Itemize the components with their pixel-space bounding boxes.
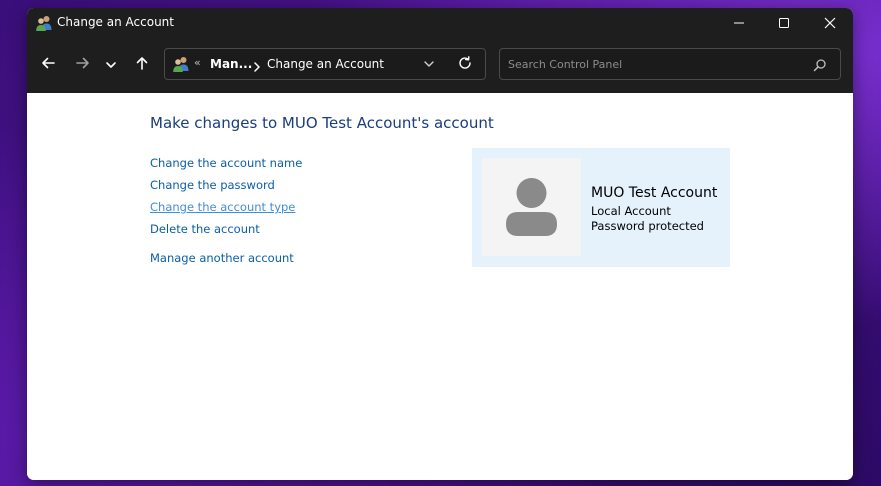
search-input[interactable] [508, 56, 798, 72]
minimize-button[interactable] [716, 8, 762, 38]
back-button[interactable] [34, 52, 62, 78]
chevron-down-icon [105, 56, 117, 75]
change-password-link[interactable]: Change the password [150, 178, 275, 192]
avatar [482, 158, 581, 256]
close-button[interactable] [807, 8, 853, 38]
maximize-icon [778, 14, 790, 33]
chevron-down-icon [423, 55, 435, 74]
main-content: Make changes to MUO Test Account's accou… [27, 93, 853, 480]
user-accounts-icon [35, 14, 53, 32]
search-icon[interactable] [813, 57, 827, 72]
arrow-right-icon [75, 55, 91, 75]
arrow-up-icon [134, 55, 150, 75]
maximize-button[interactable] [761, 8, 807, 38]
window-title: Change an Account [57, 15, 174, 29]
user-avatar-icon [482, 178, 581, 260]
chevron-right-icon[interactable] [252, 58, 262, 72]
up-button[interactable] [128, 52, 156, 78]
change-account-type-link[interactable]: Change the account type [150, 200, 295, 214]
arrow-left-icon [40, 55, 56, 75]
title-bar[interactable]: Change an Account [27, 8, 853, 38]
account-type: Local Account [591, 204, 671, 218]
address-history-button[interactable] [421, 57, 437, 71]
minimize-icon [733, 14, 745, 33]
close-icon [824, 14, 836, 33]
page-title: Make changes to MUO Test Account's accou… [150, 114, 494, 132]
manage-another-account-link[interactable]: Manage another account [150, 251, 294, 265]
breadcrumb-manage-accounts[interactable]: Man... [210, 57, 252, 71]
account-name: MUO Test Account [591, 185, 718, 201]
account-info-panel: MUO Test Account Local Account Password … [472, 148, 730, 267]
user-accounts-icon [172, 55, 190, 73]
change-account-window: Change an Account « Man... Change an Acc… [27, 8, 853, 480]
recent-locations-button[interactable] [100, 52, 122, 78]
refresh-icon [457, 55, 473, 75]
search-box[interactable] [499, 48, 841, 80]
delete-account-link[interactable]: Delete the account [150, 222, 260, 236]
breadcrumb-overflow[interactable]: « [194, 56, 201, 69]
forward-button[interactable] [69, 52, 97, 78]
account-password-status: Password protected [591, 219, 704, 233]
navigation-bar: « Man... Change an Account [27, 38, 853, 93]
change-account-name-link[interactable]: Change the account name [150, 156, 302, 170]
breadcrumb-change-account[interactable]: Change an Account [267, 57, 384, 71]
address-bar[interactable]: « Man... Change an Account [164, 48, 486, 80]
refresh-button[interactable] [456, 56, 474, 74]
